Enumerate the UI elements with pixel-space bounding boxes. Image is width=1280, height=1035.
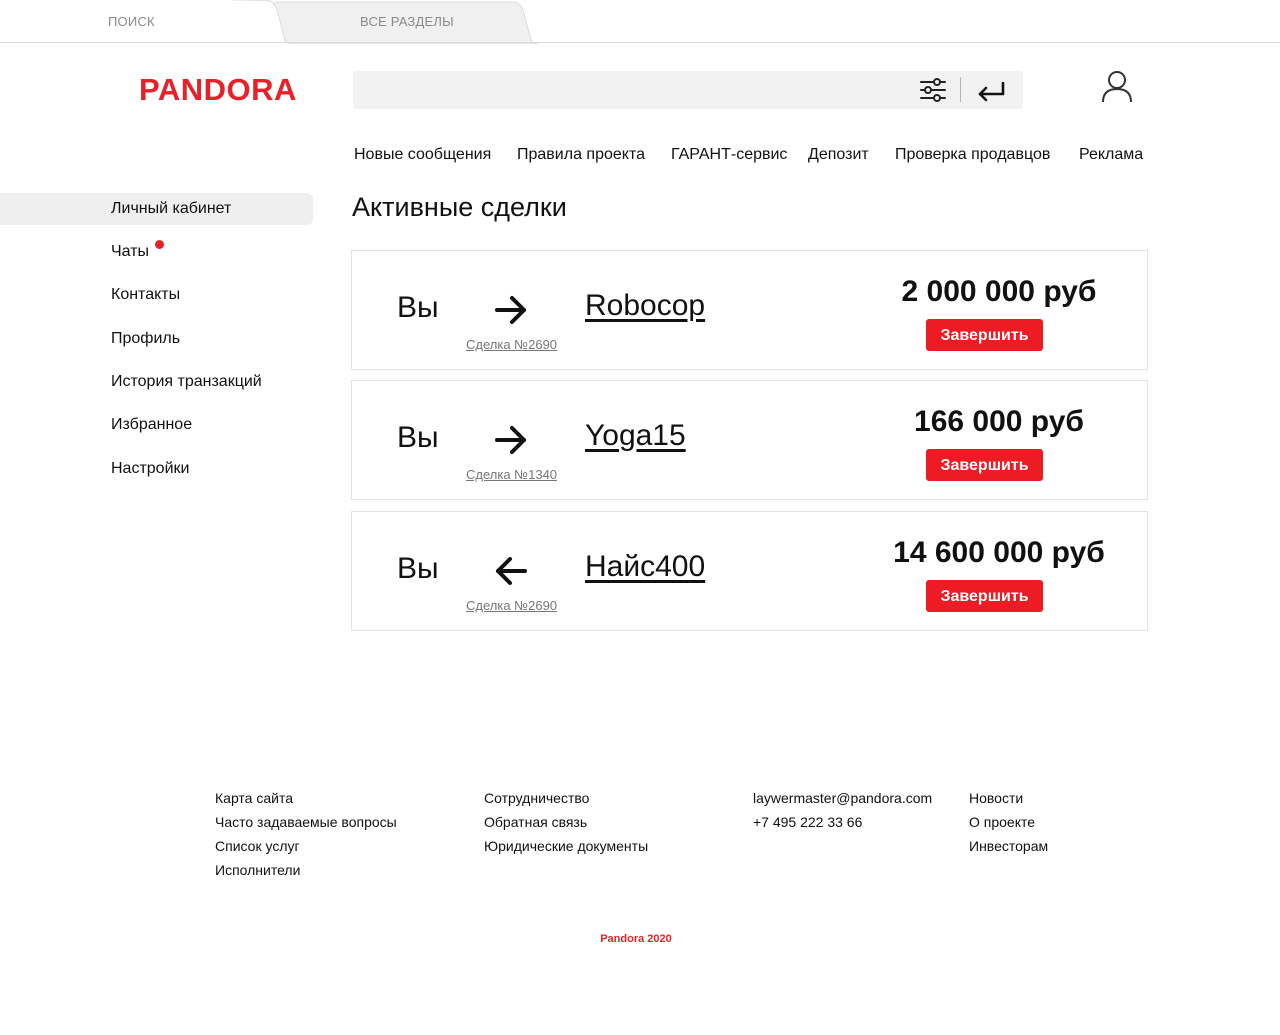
deal-counterparty-link[interactable]: Найс400 <box>585 550 705 584</box>
deal-number-link[interactable]: Сделка №1340 <box>466 467 557 482</box>
deal-counterparty-link[interactable]: Yoga15 <box>585 419 686 453</box>
sidebar-item-profile[interactable]: Профиль <box>111 330 180 348</box>
nav-garant-service[interactable]: ГАРАНТ-сервис <box>671 146 787 164</box>
sidebar-item-favorites[interactable]: Избранное <box>111 416 192 434</box>
deal-amount: 14 600 000 руб <box>893 536 1105 569</box>
sidebar-item-settings[interactable]: Настройки <box>111 460 189 478</box>
finish-deal-button[interactable]: Завершить <box>926 319 1043 351</box>
footer-link-faq[interactable]: Часто задаваемые вопросы <box>215 814 397 830</box>
footer-email[interactable]: laywermaster@pandora.com <box>753 790 932 806</box>
nav-seller-check[interactable]: Проверка продавцов <box>895 146 1050 164</box>
footer-link-legal[interactable]: Юридические документы <box>484 838 648 854</box>
footer-link-cooperation[interactable]: Сотрудничество <box>484 790 589 806</box>
enter-arrow-icon[interactable] <box>973 76 1009 106</box>
footer-link-sitemap[interactable]: Карта сайта <box>215 790 293 806</box>
footer-link-investors[interactable]: Инвесторам <box>969 838 1048 854</box>
sidebar-item-chats[interactable]: Чаты <box>111 243 149 261</box>
nav-advertising[interactable]: Реклама <box>1079 146 1143 164</box>
tab-all-sections[interactable]: ВСЕ РАЗДЕЛЫ <box>360 14 454 29</box>
deal-card: Вы Сделка №2690 Robocop 2 000 000 руб За… <box>351 250 1148 370</box>
footer-link-performers[interactable]: Исполнители <box>215 862 300 878</box>
unread-dot <box>155 240 164 249</box>
deal-amount: 2 000 000 руб <box>901 275 1097 308</box>
deal-number-link[interactable]: Сделка №2690 <box>466 598 557 613</box>
deal-you-label: Вы <box>397 291 439 324</box>
sidebar-item-account[interactable]: Личный кабинет <box>111 200 231 218</box>
deal-you-label: Вы <box>397 552 439 585</box>
finish-deal-button[interactable]: Завершить <box>926 580 1043 612</box>
nav-deposit[interactable]: Депозит <box>808 146 869 164</box>
user-icon[interactable] <box>1098 68 1136 106</box>
footer-copyright: Pandora 2020 <box>600 933 672 945</box>
search-input[interactable] <box>363 75 907 107</box>
footer-link-feedback[interactable]: Обратная связь <box>484 814 587 830</box>
deal-card: Вы Сделка №2690 Найс400 14 600 000 руб З… <box>351 511 1148 631</box>
deal-you-label: Вы <box>397 421 439 454</box>
footer-link-services[interactable]: Список услуг <box>215 838 300 854</box>
footer-link-news[interactable]: Новости <box>969 790 1023 806</box>
site-logo[interactable]: PANDORA <box>139 72 297 108</box>
filter-sliders-icon[interactable] <box>917 75 949 105</box>
deal-number-link[interactable]: Сделка №2690 <box>466 337 557 352</box>
page-title: Активные сделки <box>352 192 567 222</box>
deal-counterparty-link[interactable]: Robocop <box>585 289 705 323</box>
sidebar-item-transactions[interactable]: История транзакций <box>111 373 262 391</box>
nav-project-rules[interactable]: Правила проекта <box>517 146 645 164</box>
sidebar-item-contacts[interactable]: Контакты <box>111 286 180 304</box>
arrow-right-icon <box>495 296 526 324</box>
footer-link-about[interactable]: О проекте <box>969 814 1035 830</box>
deal-card: Вы Сделка №1340 Yoga15 166 000 руб Завер… <box>351 380 1148 500</box>
arrow-left-icon <box>496 557 527 585</box>
arrow-right-icon <box>495 426 526 454</box>
finish-deal-button[interactable]: Завершить <box>926 449 1043 481</box>
tab-search[interactable]: ПОИСК <box>108 14 155 29</box>
nav-new-messages[interactable]: Новые сообщения <box>354 146 491 164</box>
tabs-divider <box>0 42 1280 43</box>
footer-phone[interactable]: +7 495 222 33 66 <box>753 814 862 830</box>
deal-amount: 166 000 руб <box>914 405 1084 438</box>
search-separator <box>960 77 961 102</box>
